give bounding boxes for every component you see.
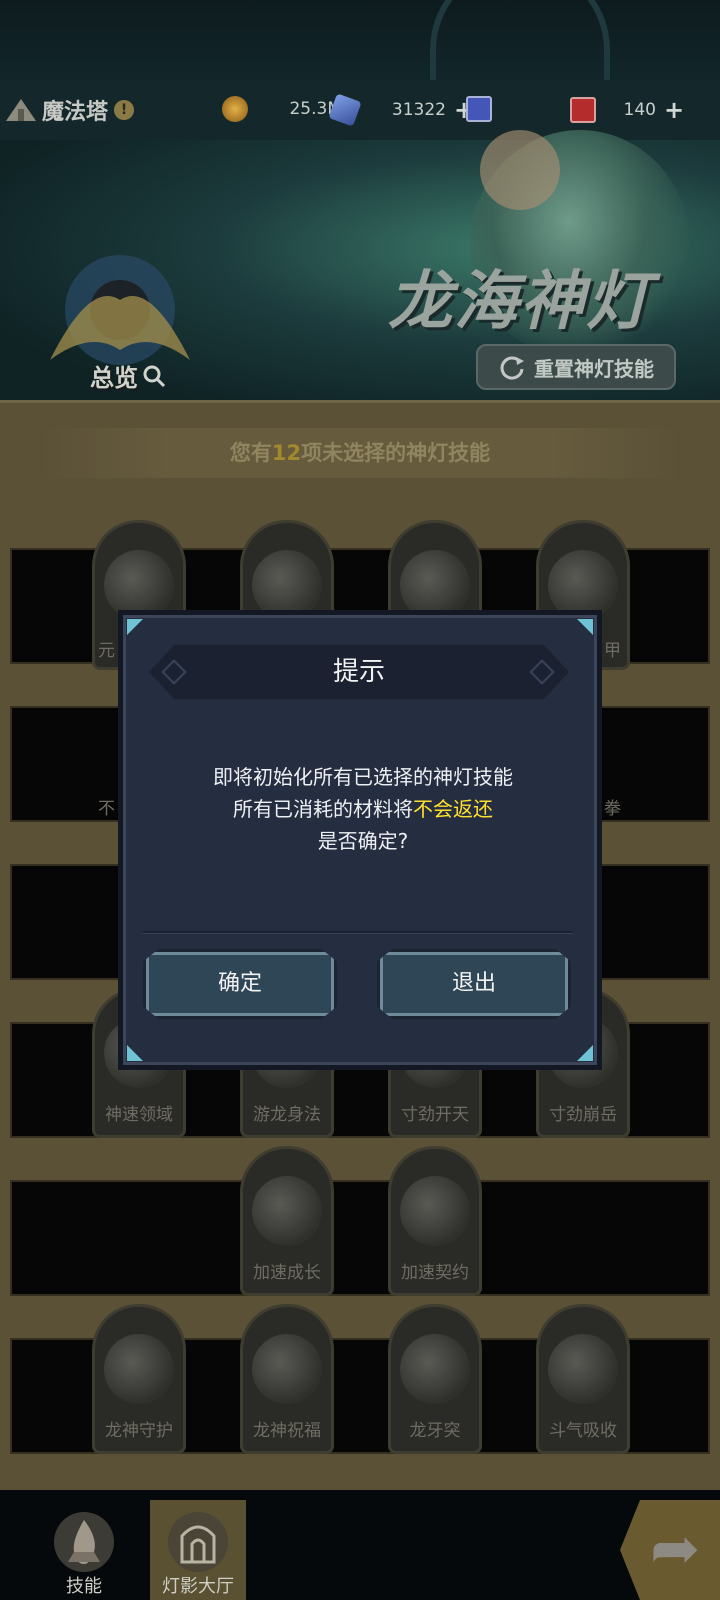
- confirm-button[interactable]: 确定: [143, 949, 337, 1019]
- dialog-message: 即将初始化所有已选择的神灯技能 所有已消耗的材料将不会返还 是否确定?: [143, 761, 583, 857]
- dialog-title: 提示: [332, 657, 385, 687]
- message-line-2: 所有已消耗的材料将不会返还: [143, 793, 583, 825]
- message-line-2-prefix: 所有已消耗的材料将: [233, 797, 413, 821]
- message-line-1: 即将初始化所有已选择的神灯技能: [213, 765, 513, 789]
- confirm-dialog: 提示 即将初始化所有已选择的神灯技能 所有已消耗的材料将不会返还 是否确定? 确…: [118, 610, 602, 1070]
- no-refund-warning: 不会返还: [413, 797, 493, 821]
- exit-button[interactable]: 退出: [377, 949, 571, 1019]
- dialog-divider: [143, 931, 573, 934]
- corner-decoration: [127, 619, 143, 635]
- corner-decoration: [127, 1045, 143, 1061]
- corner-decoration: [577, 619, 593, 635]
- message-line-3: 是否确定?: [317, 829, 409, 853]
- corner-decoration: [577, 1045, 593, 1061]
